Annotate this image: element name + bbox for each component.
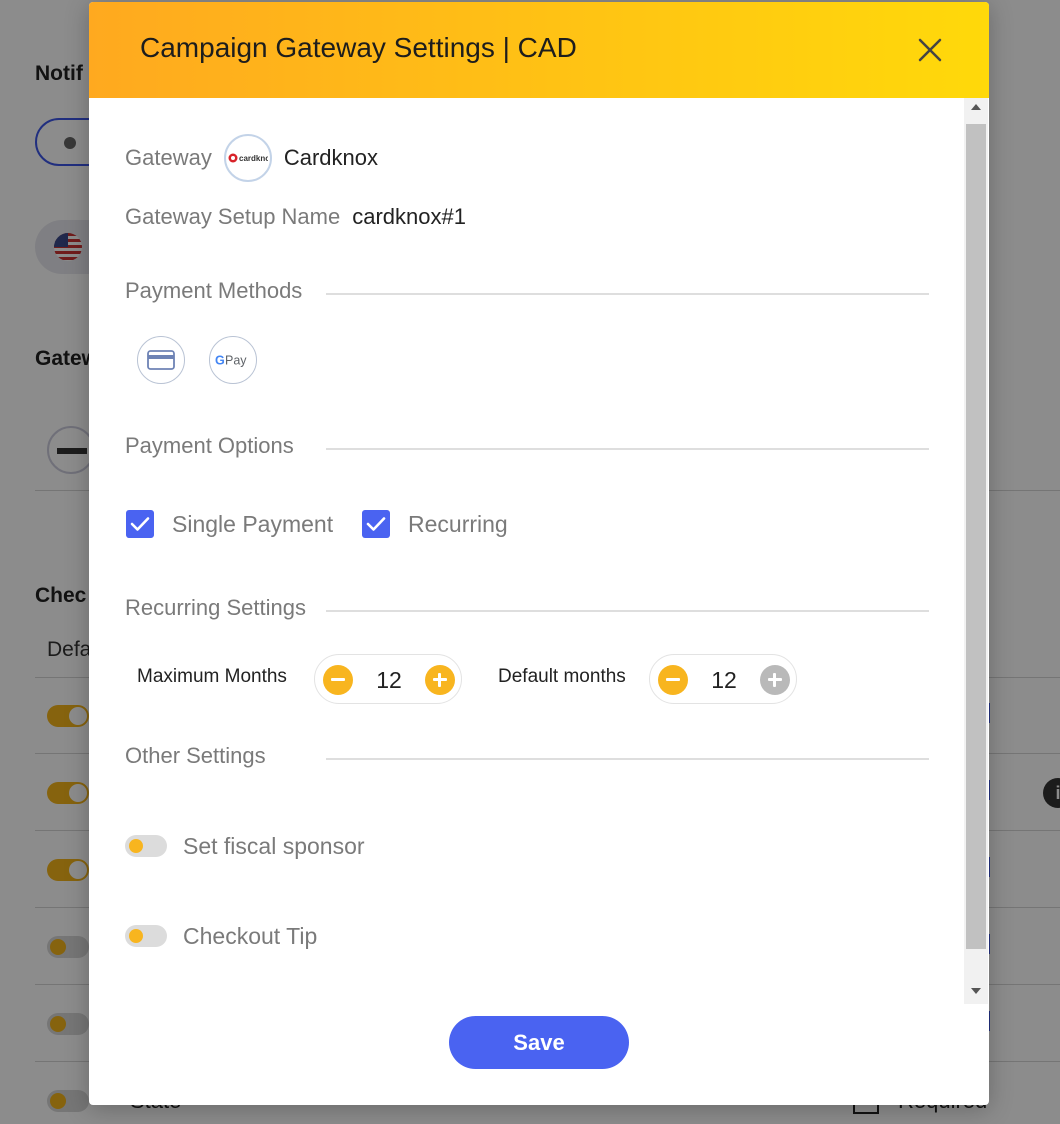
cardknox-logo-icon: cardknox <box>228 153 268 163</box>
checkout-tip-toggle[interactable] <box>125 925 167 947</box>
section-title: Other Settings <box>125 743 266 768</box>
default-months-stepper: 12 <box>649 654 797 704</box>
fiscal-sponsor-label: Set fiscal sponsor <box>183 832 365 859</box>
modal-scrollbar[interactable] <box>964 98 988 1004</box>
scroll-up-arrow-icon[interactable] <box>971 104 981 110</box>
section-title: Recurring Settings <box>125 595 306 620</box>
checkmark-icon <box>130 517 150 531</box>
cardknox-logo: cardknox <box>223 134 272 182</box>
section-divider <box>326 448 929 450</box>
card-payment-method[interactable] <box>137 336 185 384</box>
fiscal-sponsor-toggle-row[interactable]: Set fiscal sponsor <box>125 831 365 861</box>
svg-text:Pay: Pay <box>225 354 247 368</box>
setup-name-label: Gateway Setup Name <box>125 204 341 229</box>
setup-name-row: Gateway Setup Name cardknox#1 <box>125 202 466 232</box>
decrement-max-months-button[interactable] <box>323 665 353 695</box>
default-months-value[interactable]: 12 <box>694 667 754 694</box>
modal-header: Campaign Gateway Settings | CAD <box>89 2 989 98</box>
increment-default-months-button[interactable] <box>760 665 790 695</box>
scroll-down-arrow-icon[interactable] <box>971 988 981 994</box>
credit-card-icon <box>147 350 175 370</box>
single-payment-option[interactable]: Single Payment <box>126 508 333 540</box>
save-button[interactable]: Save <box>449 1016 629 1069</box>
recurring-label: Recurring <box>408 510 508 537</box>
recurring-checkbox[interactable] <box>362 510 390 538</box>
single-payment-label: Single Payment <box>172 510 334 537</box>
google-pay-method[interactable]: G Pay <box>209 336 257 384</box>
google-pay-icon: G Pay <box>215 354 247 368</box>
fiscal-sponsor-toggle[interactable] <box>125 835 167 857</box>
increment-max-months-button[interactable] <box>425 665 455 695</box>
checkout-tip-label: Checkout Tip <box>183 922 318 949</box>
payment-methods-section: Payment Methods <box>125 278 929 308</box>
payment-options-section: Payment Options <box>125 433 929 463</box>
toggle-knob <box>129 839 143 853</box>
toggle-knob <box>129 929 143 943</box>
section-divider <box>326 610 929 612</box>
single-payment-checkbox[interactable] <box>126 510 154 538</box>
gateway-label: Gateway <box>125 145 212 170</box>
default-months-label: Default months <box>498 666 626 687</box>
gateway-settings-modal: Campaign Gateway Settings | CAD Gateway … <box>89 2 989 1105</box>
maximum-months-label: Maximum Months <box>137 666 287 687</box>
section-title: Payment Methods <box>125 278 303 303</box>
recurring-option[interactable]: Recurring <box>362 508 508 540</box>
decrement-default-months-button[interactable] <box>658 665 688 695</box>
modal-title: Campaign Gateway Settings | CAD <box>140 32 577 63</box>
section-divider <box>326 293 929 295</box>
svg-text:cardknox: cardknox <box>239 154 268 163</box>
close-button[interactable] <box>915 35 945 65</box>
other-settings-section: Other Settings <box>125 743 929 773</box>
section-divider <box>326 758 929 760</box>
maximum-months-stepper: 12 <box>314 654 462 704</box>
checkout-tip-toggle-row[interactable]: Checkout Tip <box>125 921 317 951</box>
gateway-name: Cardknox <box>283 145 378 170</box>
maximum-months-value[interactable]: 12 <box>359 667 419 694</box>
close-icon <box>918 38 942 62</box>
modal-body[interactable]: Gateway cardknox Cardknox Gateway Setup … <box>89 98 989 1004</box>
setup-name-value: cardknox#1 <box>352 204 466 229</box>
recurring-settings-section: Recurring Settings <box>125 595 929 625</box>
section-title: Payment Options <box>125 433 294 458</box>
gateway-row: Gateway cardknox Cardknox <box>125 134 378 182</box>
checkmark-icon <box>366 517 386 531</box>
svg-text:G: G <box>215 354 225 368</box>
scroll-thumb[interactable] <box>966 124 986 949</box>
